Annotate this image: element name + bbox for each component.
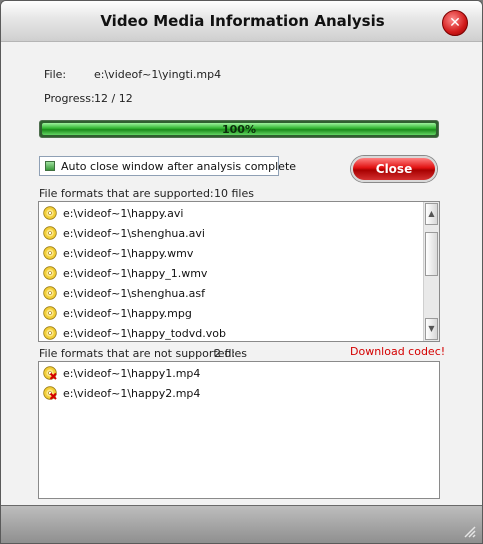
unsupported-count: 2 files xyxy=(214,347,247,360)
unsupported-file-list[interactable]: e:\videof~1\happy1.mp4 e:\videof~1\happy2… xyxy=(38,361,440,499)
status-bar xyxy=(1,505,482,543)
window-close-button[interactable]: ✕ xyxy=(442,10,468,36)
cd-disc-error-icon xyxy=(43,366,57,380)
cd-disc-icon xyxy=(43,226,57,240)
download-codec-link[interactable]: Download codec! xyxy=(350,345,445,358)
cd-disc-icon xyxy=(43,246,57,260)
file-path: e:\videof~1\shenghua.asf xyxy=(63,287,205,300)
file-path: e:\videof~1\happy.avi xyxy=(63,207,184,220)
progress-label: Progress: xyxy=(44,92,95,105)
file-label: File: xyxy=(44,68,67,81)
scroll-up-button[interactable]: ▲ xyxy=(425,203,438,225)
auto-close-label: Auto close window after analysis complet… xyxy=(61,160,297,173)
unsupported-header: File formats that are not supported: xyxy=(39,347,236,360)
progress-percent: 100% xyxy=(222,123,256,136)
window-title: Video Media Information Analysis xyxy=(100,12,385,30)
scroll-thumb[interactable] xyxy=(425,232,438,276)
supported-list-scrollbar[interactable]: ▲ ▼ xyxy=(423,202,439,341)
file-value: e:\videof~1\yingti.mp4 xyxy=(94,68,222,81)
cd-disc-icon xyxy=(43,206,57,220)
auto-close-option[interactable]: Auto close window after analysis complet… xyxy=(39,156,296,176)
cd-disc-icon xyxy=(43,326,57,340)
file-path: e:\videof~1\happy.mpg xyxy=(63,307,192,320)
progress-value: 12 / 12 xyxy=(94,92,133,105)
file-path: e:\videof~1\shenghua.avi xyxy=(63,227,205,240)
file-path: e:\videof~1\happy1.mp4 xyxy=(63,367,201,380)
title-bar[interactable]: Video Media Information Analysis ✕ xyxy=(1,1,482,42)
file-path: e:\videof~1\happy_1.wmv xyxy=(63,267,208,280)
scroll-down-button[interactable]: ▼ xyxy=(425,318,438,340)
file-path: e:\videof~1\happy_todvd.vob xyxy=(63,327,226,340)
supported-header: File formats that are supported: xyxy=(39,187,214,200)
progress-bar: 100% xyxy=(39,120,439,138)
auto-close-checkbox[interactable] xyxy=(45,161,55,171)
file-path: e:\videof~1\happy.wmv xyxy=(63,247,194,260)
analysis-window: Video Media Information Analysis ✕ File:… xyxy=(0,0,483,544)
cd-disc-icon xyxy=(43,286,57,300)
resize-grip-icon[interactable] xyxy=(462,524,476,538)
cd-disc-icon xyxy=(43,266,57,280)
file-path: e:\videof~1\happy2.mp4 xyxy=(63,387,201,400)
supported-file-list[interactable]: ▲ ▼ e:\videof~1\happy.avi e:\videof~1\she… xyxy=(38,201,440,342)
supported-count: 10 files xyxy=(214,187,254,200)
close-button[interactable]: Close xyxy=(351,156,437,182)
close-icon: ✕ xyxy=(449,15,461,31)
cd-disc-icon xyxy=(43,306,57,320)
cd-disc-error-icon xyxy=(43,386,57,400)
